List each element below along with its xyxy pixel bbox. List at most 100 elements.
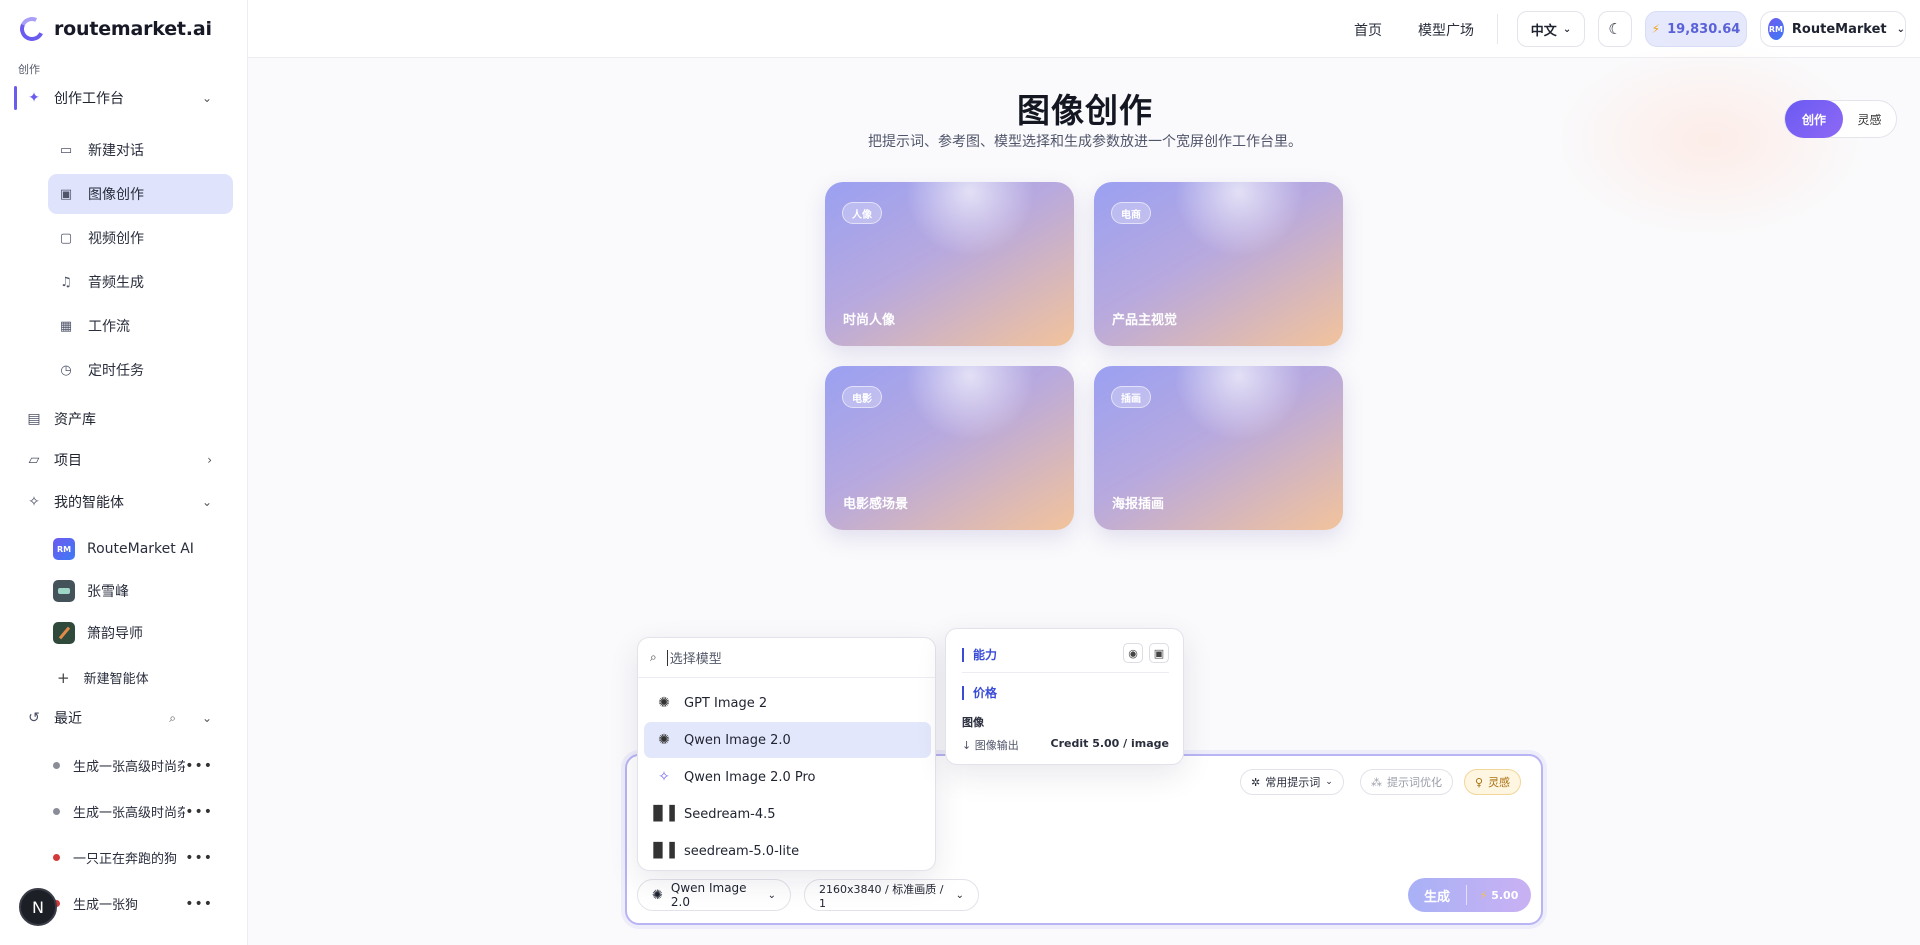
mode-inspire-tab[interactable]: 灵感 xyxy=(1843,111,1896,128)
more-icon[interactable]: ••• xyxy=(185,758,213,774)
model-search-input[interactable]: 选择模型 xyxy=(670,648,722,667)
output-label: ↓ 图像输出 xyxy=(962,739,1019,752)
chevron-down-icon: ⌄ xyxy=(201,711,212,725)
bulb-icon: ♀ xyxy=(1475,775,1484,789)
list-item[interactable]: 生成一张高级时尚杂志... ••• xyxy=(53,802,213,821)
nav-projects-label: 项目 xyxy=(54,453,82,469)
language-label: 中文 xyxy=(1530,23,1557,39)
list-item[interactable]: 一只正在奔跑的狗 ••• xyxy=(53,848,213,867)
openai-icon: ✺ xyxy=(658,732,670,748)
model-option[interactable]: ▐▍▌ Seedream-4.5 xyxy=(644,796,931,832)
status-dot xyxy=(53,854,60,861)
model-option-label: Qwen Image 2.0 xyxy=(684,732,791,748)
generate-button[interactable]: 生成 ⚡ 5.00 xyxy=(1408,878,1531,912)
params-select[interactable]: 2160x3840 / 标准画质 / 1 ⌄ xyxy=(804,879,979,911)
nav-workbench-label: 创作工作台 xyxy=(54,91,124,107)
nav-scheduled[interactable]: ◷ 定时任务 xyxy=(48,350,233,390)
agent-label: 箫韵导师 xyxy=(87,626,143,642)
user-name: RouteMarket xyxy=(1791,21,1887,37)
openai-icon: ✺ xyxy=(652,887,663,903)
nav-projects[interactable]: ▱ 项目 › xyxy=(14,442,232,478)
model-option[interactable]: ✧ Qwen Image 2.0 Pro xyxy=(644,759,931,795)
nav-workflow[interactable]: ▦ 工作流 xyxy=(48,306,233,346)
chevron-down-icon: ⌄ xyxy=(1325,777,1333,787)
template-card[interactable]: 电商 产品主视觉 xyxy=(1094,182,1343,346)
agent-item[interactable]: 箫韵导师 xyxy=(53,622,143,644)
ability-heading: 能力 xyxy=(962,648,997,662)
recent-label: 生成一张狗 xyxy=(73,898,139,913)
model-option[interactable]: ▐▍▌ seedream-5.0-lite xyxy=(644,833,931,869)
nav-image-create[interactable]: ▣ 图像创作 xyxy=(48,174,233,214)
card-caption: 时尚人像 xyxy=(843,313,896,328)
agent-item[interactable]: 张雪峰 xyxy=(53,580,129,602)
folder-icon: ▱ xyxy=(28,452,40,468)
inspiration-label: 灵感 xyxy=(1488,776,1511,789)
nav-image-create-label: 图像创作 xyxy=(88,187,144,203)
music-icon: ♫ xyxy=(60,274,72,290)
model-option[interactable]: ✺ GPT Image 2 xyxy=(644,685,931,721)
model-search[interactable]: ⌕ 选择模型 xyxy=(638,638,935,678)
list-item[interactable]: 生成一张高级时尚杂志... ••• xyxy=(53,756,213,775)
nav-models-link[interactable]: 模型广场 xyxy=(1418,20,1474,40)
more-icon[interactable]: ••• xyxy=(185,804,213,820)
nav-recent-label: 最近 xyxy=(54,711,82,727)
chat-icon: ▭ xyxy=(59,142,73,158)
model-select-label: Qwen Image 2.0 xyxy=(670,881,747,909)
mode-create-tab[interactable]: 创作 xyxy=(1785,100,1843,138)
section-label: 创作 xyxy=(18,63,40,76)
timer-icon: ◷ xyxy=(60,362,72,378)
chevron-down-icon: ⌄ xyxy=(767,889,776,901)
dev-badge[interactable]: N xyxy=(19,888,57,926)
nav-audio-gen-label: 音频生成 xyxy=(88,275,144,291)
history-icon: ↺ xyxy=(28,710,40,726)
optimize-prompt-button[interactable]: ⁂ 提示词优化 xyxy=(1360,769,1453,795)
card-tag: 人像 xyxy=(842,202,882,224)
nav-audio-gen[interactable]: ♫ 音频生成 xyxy=(48,262,233,302)
nav-recent[interactable]: ↺ 最近 ⌕ ⌄ xyxy=(14,700,232,736)
chevron-down-icon: ⌄ xyxy=(955,889,964,901)
brand-name: routemarket.ai xyxy=(54,18,212,40)
nav-workbench[interactable]: ✦ 创作工作台 ⌄ xyxy=(14,80,232,116)
nav-video-create[interactable]: ▢ 视频创作 xyxy=(48,218,233,258)
search-icon: ⌕ xyxy=(650,650,657,664)
common-prompts-label: 常用提示词 xyxy=(1265,776,1321,789)
nav-workflow-label: 工作流 xyxy=(88,319,130,335)
image-icon: ▣ xyxy=(1149,643,1169,663)
chevron-down-icon: ⌄ xyxy=(1562,23,1572,35)
card-caption: 海报插画 xyxy=(1112,497,1165,512)
list-item[interactable]: 生成一张狗 ••• xyxy=(53,894,213,913)
nav-assets[interactable]: ▤ 资产库 xyxy=(14,401,232,437)
agent-item[interactable]: RM RouteMarket AI xyxy=(53,538,194,560)
template-card[interactable]: 人像 时尚人像 xyxy=(825,182,1074,346)
template-card[interactable]: 插画 海报插画 xyxy=(1094,366,1343,530)
sidebar: routemarket.ai 创作 ✦ 创作工作台 ⌄ ▭ 新建对话 ▣ 图像创… xyxy=(0,0,248,945)
bars-icon: ▐▍▌ xyxy=(647,843,681,859)
model-select[interactable]: ✺ Qwen Image 2.0 ⌄ xyxy=(637,879,791,911)
nav-scheduled-label: 定时任务 xyxy=(88,363,144,379)
common-prompts-button[interactable]: ✲ 常用提示词 ⌄ xyxy=(1240,769,1344,795)
nav-new-chat[interactable]: ▭ 新建对话 xyxy=(48,130,233,170)
price-category: 图像 xyxy=(962,716,984,729)
magic-icon: ⁂ xyxy=(1371,775,1382,789)
template-card[interactable]: 电影 电影感场景 xyxy=(825,366,1074,530)
model-dropdown: ⌕ 选择模型 ✺ GPT Image 2 ✺ Qwen Image 2.0 ✧ … xyxy=(637,637,936,871)
nav-home-link[interactable]: 首页 xyxy=(1354,20,1382,40)
card-caption: 产品主视觉 xyxy=(1112,313,1178,328)
card-tag: 电商 xyxy=(1111,202,1151,224)
brand-logo[interactable]: routemarket.ai xyxy=(16,13,212,45)
divider xyxy=(1497,14,1498,44)
generate-cost: ⚡ 5.00 xyxy=(1467,889,1531,902)
bars-icon: ▐▍▌ xyxy=(647,806,681,822)
capability-icons: ◉ ▣ xyxy=(1123,643,1169,663)
more-icon[interactable]: ••• xyxy=(185,896,213,912)
search-icon[interactable]: ⌕ xyxy=(169,711,176,726)
inspiration-button[interactable]: ♀ 灵感 xyxy=(1464,769,1522,795)
recent-label: 生成一张高级时尚杂志... xyxy=(73,760,186,775)
more-icon[interactable]: ••• xyxy=(185,850,213,866)
new-agent-button[interactable]: + 新建智能体 xyxy=(57,668,149,688)
nav-agents[interactable]: ✧ 我的智能体 ⌄ xyxy=(14,484,232,520)
optimize-prompt-label: 提示词优化 xyxy=(1387,776,1442,789)
avatar xyxy=(53,580,75,602)
model-option[interactable]: ✺ Qwen Image 2.0 xyxy=(644,722,931,758)
mode-toggle[interactable]: 创作 灵感 xyxy=(1784,100,1897,138)
